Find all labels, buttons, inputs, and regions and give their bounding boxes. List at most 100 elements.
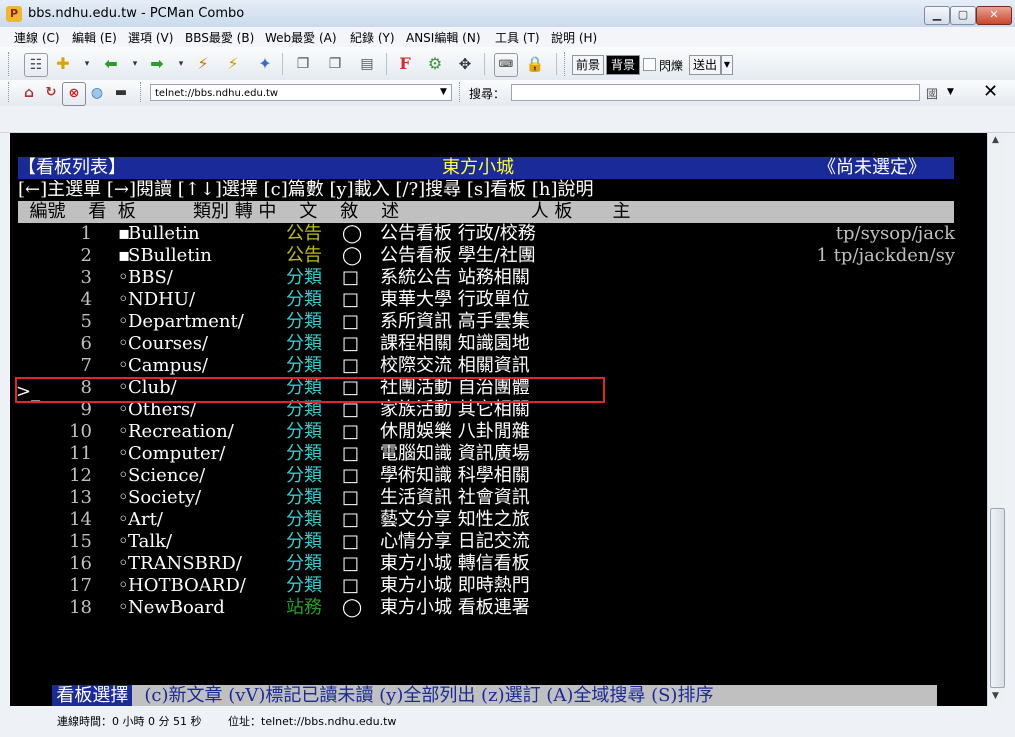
board-row[interactable]: 17 ◦ HOTBOARD/分類 □ 東方小城 即時熱門 [18,575,968,597]
back-arrow-icon[interactable]: ⬅ [100,53,122,75]
forward-arrow-icon[interactable]: ➡ [146,53,168,75]
foreground-color-button[interactable]: 前景 [572,55,604,75]
terminal-screen[interactable]: 【看板列表】 東方小城 《尚未選定》 [←]主選單 [→]閱讀 [↑↓]選擇 [… [10,133,987,706]
board-row[interactable]: 12 ◦ Science/分類 □ 學術知識 科學相關 [18,465,968,487]
fullscreen-icon[interactable]: ✥ [454,53,476,75]
chevron-down-icon[interactable]: ▾ [170,53,192,75]
send-button[interactable]: 送出 [689,55,721,75]
home-icon[interactable]: ⌂ [18,82,40,104]
address-toolbar: ⌂ ↻ ⊗ ◍ ▬ telnet://bbs.ndhu.edu.tw ▼ 搜尋：… [0,80,1015,107]
background-color-button[interactable]: 背景 [606,55,640,75]
header-site-name: 東方小城 [442,157,514,178]
menu-web-favorites[interactable]: Web最愛 (A) [265,29,337,46]
pcman-window: P bbs.ndhu.edu.tw - PCMan Combo ▁ ▢ ✕ 連線… [0,0,1015,737]
board-number: 12 [69,465,92,486]
search-input[interactable] [511,84,920,101]
board-name: BBS/ [128,267,173,288]
chevron-down-icon[interactable]: ▼ [440,87,447,97]
menu-tools[interactable]: 工具 (T) [495,29,540,46]
terminal-icon[interactable]: ▬ [110,82,132,104]
toolbar-separator [484,53,485,75]
board-number: 11 [69,443,92,464]
board-number: 1 [80,223,92,244]
close-tab-icon[interactable]: ✕ [983,81,998,102]
board-row[interactable]: 14 ◦ Art/分類 □ 藝文分享 知性之旅 [18,509,968,531]
menu-log[interactable]: 紀錄 (Y) [350,29,395,46]
scroll-up-icon[interactable]: ▲ [992,135,999,145]
maximize-button[interactable]: ▢ [950,6,976,25]
board-category: 公告 [286,223,322,244]
board-category: 分類 [286,289,322,310]
board-row[interactable]: 6 ◦ Courses/分類 □ 課程相關 知識園地 [18,333,968,355]
toolbar-grip[interactable] [459,82,463,102]
board-row[interactable]: 7 ◦ Campus/分類 □ 校際交流 相關資訊 [18,355,968,377]
minimize-button[interactable]: ▁ [924,6,950,25]
copy-icon[interactable]: ❐ [292,53,314,75]
tab-bar [0,106,1015,133]
paste-icon[interactable]: ▤ [356,53,378,75]
board-row[interactable]: 2 ▪ SBulletin 公告 ◯ 公告看板 學生/社團 1 tp/jackden/sy [18,245,968,267]
menu-edit[interactable]: 編輯 (E) [72,29,117,46]
new-connection-icon[interactable]: ✚ [52,53,74,75]
menu-ansi-edit[interactable]: ANSI編輯 (N) [406,29,481,46]
chevron-down-icon[interactable]: ▼ [947,87,954,97]
board-category: 分類 [286,465,322,486]
scroll-down-icon[interactable]: ▼ [992,691,999,701]
font-icon[interactable]: F [394,53,416,75]
search-engine-select[interactable]: 國 [926,85,938,102]
copy-with-color-icon[interactable]: ❐ [324,53,346,75]
menu-connect[interactable]: 連線 (C) [14,29,60,46]
add-favorite-icon[interactable]: ✦ [254,53,276,75]
menu-options[interactable]: 選項 (V) [128,29,173,46]
toolbar-grip[interactable] [8,52,12,76]
board-row[interactable]: 16 ◦ TRANSBRD/分類 □ 東方小城 轉信看板 [18,553,968,575]
board-category: 分類 [286,553,322,574]
board-row[interactable]: 18 ◦ NewBoard 站務 ◯ 東方小城 看板連署 [18,597,968,619]
globe-icon[interactable]: ◍ [86,82,108,104]
address-book-icon[interactable]: ☷ [24,53,48,77]
board-category: 分類 [286,355,322,376]
scrollbar-thumb[interactable] [990,508,1005,688]
status-bar: 連線時間：0 小時 0 分 51 秒 位址：telnet://bbs.ndhu.… [0,706,1015,737]
toolbar-separator [386,53,387,75]
board-symbol: □ [342,531,360,552]
board-row[interactable]: 11 ◦ Computer/分類 □ 電腦知識 資訊廣場 [18,443,968,465]
toolbar-grip[interactable] [140,82,144,102]
disconnect-icon[interactable]: ⚡ [192,53,214,75]
toolbar-grip[interactable] [564,52,568,76]
menu-help[interactable]: 說明 (H) [551,29,597,46]
reconnect-icon[interactable]: ⚡ [222,53,244,75]
board-row[interactable]: 15 ◦ Talk/分類 □ 心情分享 日記交流 [18,531,968,553]
auto-reply-icon[interactable]: ⌨ [494,53,518,77]
board-row[interactable]: 5 ◦ Department/分類 □ 系所資訊 高手雲集 [18,311,968,333]
lock-icon[interactable]: 🔒 [524,53,546,75]
blink-checkbox[interactable] [643,58,656,71]
settings-gear-icon[interactable]: ⚙ [424,53,446,75]
board-row[interactable]: 3 ◦ BBS/分類 □ 系統公告 站務相關 [18,267,968,289]
board-row[interactable]: 13 ◦ Society/分類 □ 生活資訊 社會資訊 [18,487,968,509]
board-number: 6 [80,333,92,354]
refresh-icon[interactable]: ↻ [40,82,62,104]
board-description: 學術知識 科學相關 [380,465,530,486]
stop-icon[interactable]: ⊗ [62,82,86,106]
toolbar-separator [556,53,557,75]
board-symbol: □ [342,333,360,354]
close-button[interactable]: ✕ [976,6,1012,25]
board-row[interactable]: 1 ▪ Bulletin 公告 ◯ 公告看板 行政/校務 tp/sysop/jack [18,223,968,245]
board-name: Courses/ [128,333,208,354]
chevron-down-icon[interactable]: ▾ [124,53,146,75]
board-row[interactable]: 4 ◦ NDHU/分類 □ 東華大學 行政單位 [18,289,968,311]
chevron-down-icon[interactable]: ▾ [76,53,98,75]
board-symbol: □ [342,509,360,530]
address-input[interactable]: telnet://bbs.ndhu.edu.tw [150,84,452,101]
chevron-down-icon[interactable]: ▼ [721,55,733,75]
vertical-scrollbar[interactable]: ▲ ▼ [987,133,1006,706]
toolbar-grip[interactable] [8,82,12,102]
board-row[interactable]: 10 ◦ Recreation/分類 □ 休閒娛樂 八卦閒雜 [18,421,968,443]
board-symbol: □ [342,421,360,442]
blink-label: 閃爍 [659,59,684,73]
board-category: 分類 [286,443,322,464]
board-name: NDHU/ [128,289,196,310]
board-category: 分類 [286,575,322,596]
menu-bbs-favorites[interactable]: BBS最愛 (B) [185,29,254,46]
